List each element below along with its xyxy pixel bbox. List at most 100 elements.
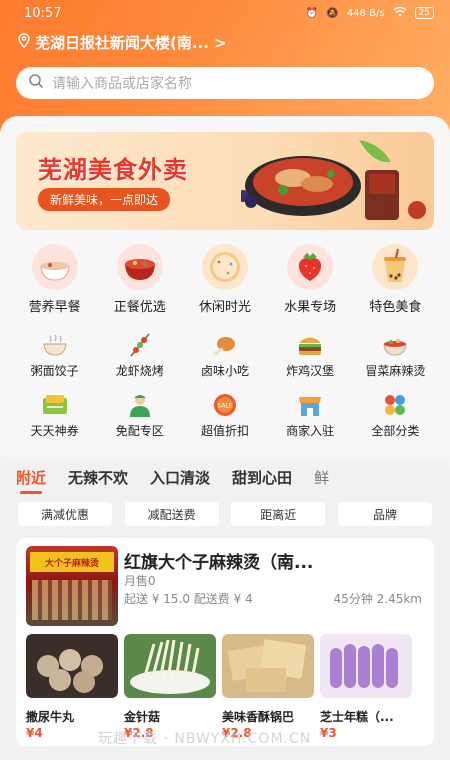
category-item[interactable]: 冒菜麻辣烫 — [353, 332, 438, 379]
category-row-1: 营养早餐 正餐优选 休闲时光 水果专场 特色美食 — [12, 244, 438, 315]
filter-delivery-fee[interactable]: 减配送费 — [124, 502, 219, 526]
status-bar: 10:57 ⏰ 🔕 448 B/s 25 — [0, 0, 450, 26]
category-item[interactable]: 卤味小吃 — [182, 332, 267, 379]
category-label: 冒菜麻辣烫 — [365, 364, 426, 378]
shop-image: 大个子麻辣烫 — [26, 546, 118, 626]
category-item[interactable]: 正餐优选 — [97, 244, 182, 315]
category-item[interactable]: 水果专场 — [268, 244, 353, 315]
category-label: 水果专场 — [284, 300, 337, 315]
sale-badge-icon: SALE — [213, 394, 236, 416]
burger-icon — [299, 337, 322, 355]
search-icon — [28, 73, 44, 93]
bubble-tea-icon — [372, 244, 419, 290]
category-item[interactable]: 炸鸡汉堡 — [268, 332, 353, 379]
shop-card[interactable]: 大个子麻辣烫 红旗大个子麻辣烫（南... 月售0 起送 ¥ 15.0 配送费 ¥… — [16, 538, 434, 746]
category-item[interactable]: 天天神券 — [12, 392, 97, 439]
hotpot-bowl-icon — [116, 244, 163, 290]
category-item[interactable]: 粥面饺子 — [12, 332, 97, 379]
alarm-icon: ⏰ — [305, 7, 319, 19]
category-label: 休闲时光 — [198, 300, 251, 315]
enoki-mushroom-image — [124, 634, 216, 698]
category-item[interactable]: 商家入驻 — [268, 392, 353, 439]
status-time: 10:57 — [24, 5, 62, 21]
search-input[interactable]: 请输入商品或店家名称 — [52, 73, 192, 93]
beef-ball-image — [26, 634, 118, 698]
dish-name: 撒尿牛丸 — [26, 710, 75, 724]
category-label: 炸鸡汉堡 — [286, 364, 335, 378]
dish-item[interactable]: 芝士年糕（... ¥3 — [320, 634, 412, 740]
category-label: 粥面饺子 — [30, 364, 79, 378]
shop-sign: 大个子麻辣烫 — [30, 552, 114, 572]
tab-light[interactable]: 入口清淡 — [150, 467, 210, 488]
shop-icon — [299, 397, 322, 416]
category-row-2: 粥面饺子 龙虾烧烤 卤味小吃 炸鸡汉堡 冒菜麻辣烫 — [12, 332, 438, 379]
category-label: 超值折扣 — [200, 424, 249, 438]
mute-icon: 🔕 — [326, 7, 339, 19]
location-label: 芜湖日报社新闻大楼(南... — [35, 34, 209, 52]
category-label: 全部分类 — [371, 424, 420, 438]
dish-item[interactable]: 撒尿牛丸 ¥4 — [26, 634, 118, 740]
shop-delivery-info: 起送 ¥ 15.0 配送费 ¥ 4 — [124, 592, 253, 606]
category-item[interactable]: 全部分类 — [353, 392, 438, 439]
location-pin-icon — [18, 33, 30, 52]
svg-text:SALE: SALE — [217, 403, 232, 410]
net-speed: 448 B/s — [346, 7, 385, 19]
promo-banner[interactable]: 芜湖美食外卖 新鲜美味，一点即达 — [16, 132, 434, 230]
category-tabs: 附近 无辣不欢 入口清淡 甜到心田 鲜 — [0, 462, 450, 494]
skewer-icon — [130, 333, 150, 357]
status-icons: ⏰ 🔕 448 B/s 25 — [306, 6, 434, 20]
grid-icon — [385, 395, 406, 415]
strawberry-icon — [287, 244, 334, 290]
shop-sales: 月售0 — [124, 574, 156, 588]
dish-price: ¥3 — [320, 726, 337, 740]
banner-title: 芜湖美食外卖 — [38, 156, 188, 184]
category-item[interactable]: 特色美食 — [353, 244, 438, 315]
battery-icon: 25 — [414, 7, 434, 19]
filter-bar: 满减优惠 减配送费 距离近 品牌 — [18, 502, 432, 526]
tab-nearby[interactable]: 附近 — [16, 467, 46, 494]
food-plate-icon — [241, 140, 426, 220]
dish-item[interactable]: 美味香酥锅巴 ¥2.8 — [222, 634, 314, 740]
search-bar[interactable]: 请输入商品或店家名称 — [16, 67, 434, 99]
category-label: 免配专区 — [115, 424, 164, 438]
chevron-right-icon: > — [213, 33, 227, 52]
category-label: 龙虾烧烤 — [115, 364, 164, 378]
category-row-3: 天天神券 免配专区 SALE 超值折扣 商家入驻 全部分类 — [12, 392, 438, 439]
rice-crust-image — [222, 634, 314, 698]
filter-brand[interactable]: 品牌 — [337, 502, 432, 526]
category-item[interactable]: 营养早餐 — [12, 244, 97, 315]
category-label: 特色美食 — [369, 300, 422, 315]
category-label: 营养早餐 — [28, 300, 81, 315]
tab-sweet[interactable]: 甜到心田 — [232, 467, 292, 488]
filter-distance[interactable]: 距离近 — [231, 502, 326, 526]
watermark: 玩趣下载 · NBWYXH.COM.CN — [98, 731, 312, 747]
tab-fresh[interactable]: 鲜 — [314, 467, 329, 488]
donut-icon — [201, 244, 248, 290]
porridge-bowl-icon — [31, 244, 78, 290]
dish-name: 美味香酥锅巴 — [222, 710, 295, 724]
delivery-person-icon — [129, 395, 150, 417]
filter-discount[interactable]: 满减优惠 — [18, 502, 112, 526]
category-item[interactable]: 休闲时光 — [182, 244, 267, 315]
category-label: 商家入驻 — [286, 424, 335, 438]
tab-spicy[interactable]: 无辣不欢 — [68, 467, 128, 488]
category-item[interactable]: 龙虾烧烤 — [97, 332, 182, 379]
spicy-pot-icon — [383, 339, 407, 356]
banner-subtitle: 新鲜美味，一点即达 — [38, 188, 171, 211]
category-item[interactable]: 免配专区 — [97, 392, 182, 439]
shop-name: 红旗大个子麻辣烫（南... — [124, 553, 314, 573]
dish-list: 撒尿牛丸 ¥4 金针菇 ¥2.8 美味香酥锅巴 ¥2.8 芝士年糕（... ¥3 — [26, 634, 412, 740]
dish-name: 金针菇 — [124, 710, 161, 724]
noodle-bowl-icon — [43, 334, 67, 356]
shop-image-storefront — [32, 580, 112, 620]
category-label: 天天神券 — [30, 424, 79, 438]
location-selector[interactable]: 芜湖日报社新闻大楼(南... > — [18, 32, 227, 53]
category-label: 正餐优选 — [113, 300, 166, 315]
coupon-icon — [42, 395, 67, 414]
category-label: 卤味小吃 — [200, 364, 249, 378]
drumstick-icon — [213, 337, 235, 356]
category-item[interactable]: SALE 超值折扣 — [182, 392, 267, 439]
dish-item[interactable]: 金针菇 ¥2.8 — [124, 634, 216, 740]
cheese-rice-cake-image — [320, 634, 412, 698]
dish-name: 芝士年糕（... — [320, 710, 394, 724]
